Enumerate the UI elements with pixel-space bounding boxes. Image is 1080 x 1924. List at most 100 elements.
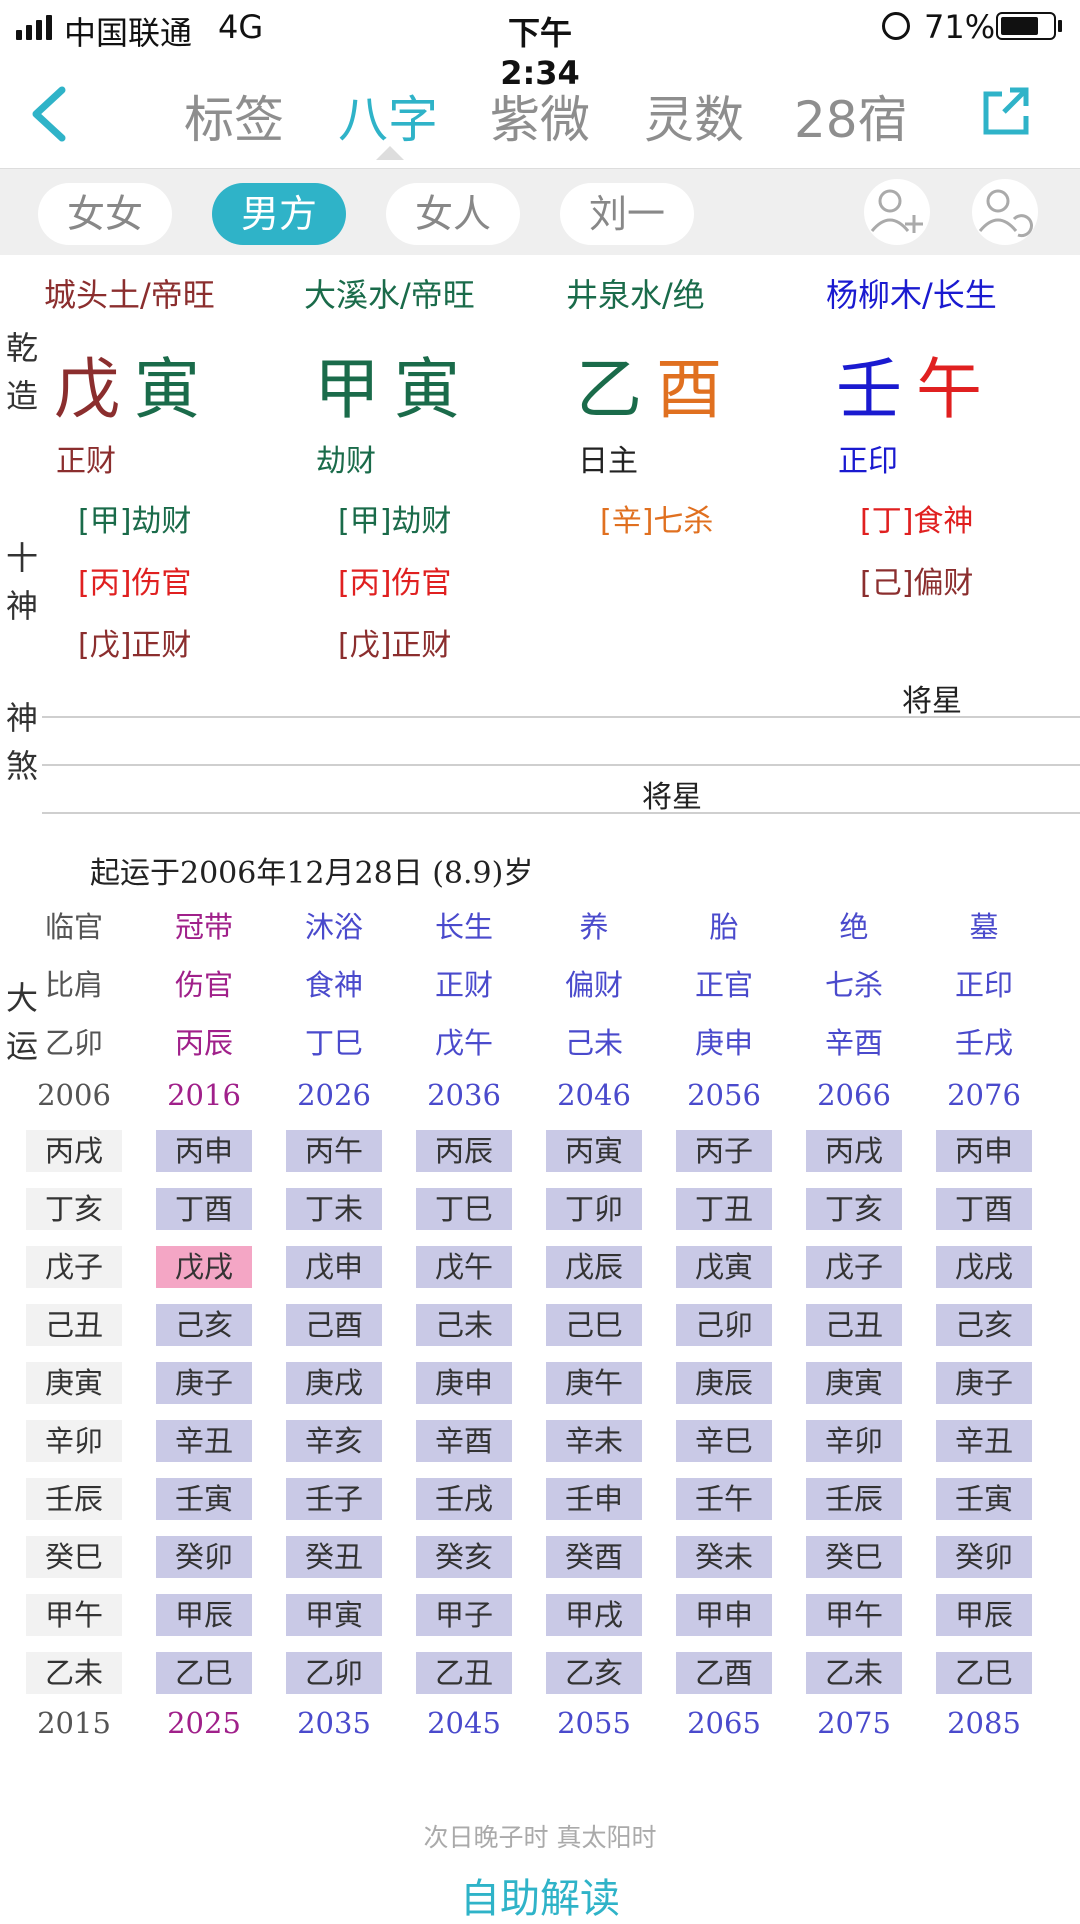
liunian-cell: 甲辰 (936, 1594, 1032, 1636)
liunian-cell: 乙卯 (286, 1652, 382, 1694)
switch-person-button[interactable] (972, 179, 1038, 245)
liunian-cell: 庚寅 (26, 1362, 122, 1404)
side-label-shishen: 十神 (5, 539, 38, 625)
hidden-stem: [丙]伤官 (338, 566, 452, 601)
profile-pill-active[interactable]: 男方 (212, 183, 346, 245)
liunian-cell: 壬寅 (156, 1478, 252, 1520)
earthly-branch: 酉 (656, 351, 736, 428)
dayun-ganzhi: 丙辰 (174, 1026, 233, 1060)
chevron-left-icon (32, 86, 66, 142)
liunian-cell: 甲寅 (286, 1594, 382, 1636)
liunian-cell: 丁巳 (416, 1188, 512, 1230)
dayun-end-year: 2045 (427, 1706, 501, 1740)
dayun-shishen: 正官 (694, 968, 753, 1002)
tab-label[interactable]: 标签 (184, 80, 284, 152)
earthly-branch: 午 (916, 351, 996, 428)
liunian-cell: 戊辰 (546, 1246, 642, 1288)
tab-indicator (376, 146, 404, 160)
add-person-button[interactable] (864, 179, 930, 245)
dayun-start-year: 2056 (687, 1078, 761, 1112)
liunian-cell: 丁酉 (936, 1188, 1032, 1230)
side-label-shensha: 神煞 (5, 699, 38, 785)
profile-bar: 女女 男方 女人 刘一 (0, 168, 1080, 255)
liunian-cell: 癸丑 (286, 1536, 382, 1578)
dayun-shishen: 正印 (954, 968, 1013, 1002)
liunian-cell: 乙未 (26, 1652, 122, 1694)
liunian-cell: 戊子 (26, 1246, 122, 1288)
dayun-start-year: 2006 (37, 1078, 111, 1112)
dayun-changsheng: 冠带 (174, 910, 233, 944)
tab-bazi[interactable]: 八字 (338, 80, 438, 152)
profile-pill[interactable]: 女人 (386, 183, 520, 245)
liunian-cell: 戊申 (286, 1246, 382, 1288)
liunian-cell: 乙丑 (416, 1652, 512, 1694)
liunian-cell: 丁未 (286, 1188, 382, 1230)
liunian-cell: 庚戌 (286, 1362, 382, 1404)
liunian-cell: 戊午 (416, 1246, 512, 1288)
liunian-cell: 丙戌 (26, 1130, 122, 1172)
liunian-cell: 甲辰 (156, 1594, 252, 1636)
dayun-end-year: 2075 (817, 1706, 891, 1740)
liunian-cell: 庚子 (936, 1362, 1032, 1404)
tab-28xiu[interactable]: 28宿 (794, 80, 908, 152)
liunian-cell: 乙未 (806, 1652, 902, 1694)
profile-pill[interactable]: 女女 (38, 183, 172, 245)
earthly-branch: 寅 (394, 351, 474, 428)
switch-person-icon (978, 189, 1033, 238)
pillar-ganzhi: 甲寅 (314, 336, 474, 432)
liunian-cell: 庚寅 (806, 1362, 902, 1404)
liunian-cell: 癸亥 (416, 1536, 512, 1578)
dayun-shishen: 偏财 (564, 968, 623, 1002)
pillar-nayin: 杨柳木/长生 (826, 276, 997, 314)
tab-lingshu[interactable]: 灵数 (644, 80, 744, 152)
liunian-cell: 丙申 (156, 1130, 252, 1172)
liunian-cell: 丙戌 (806, 1130, 902, 1172)
hidden-stem: [辛]七杀 (600, 504, 714, 539)
tab-ziwei[interactable]: 紫微 (490, 80, 590, 152)
dayun-changsheng: 养 (579, 910, 609, 944)
liunian-cell: 己未 (416, 1304, 512, 1346)
liunian-cell: 乙巳 (936, 1652, 1032, 1694)
earthly-branch: 寅 (134, 351, 214, 428)
liunian-cell: 壬寅 (936, 1478, 1032, 1520)
liunian-cell: 壬辰 (806, 1478, 902, 1520)
dayun-start-year: 2076 (947, 1078, 1021, 1112)
liunian-cell: 戊子 (806, 1246, 902, 1288)
dayun-changsheng: 长生 (434, 910, 493, 944)
liunian-cell: 丁酉 (156, 1188, 252, 1230)
battery-icon (996, 12, 1056, 40)
divider (42, 764, 1080, 766)
pillar-shishen: 劫财 (316, 444, 376, 479)
self-interpret-button[interactable]: 自助解读 (0, 1866, 1080, 1924)
hidden-stem: [甲]劫财 (78, 504, 192, 539)
back-button[interactable] (26, 84, 70, 144)
liunian-cell: 壬戌 (416, 1478, 512, 1520)
dayun-end-year: 2055 (557, 1706, 631, 1740)
dayun-shishen: 伤官 (174, 968, 233, 1002)
liunian-cell: 丙申 (936, 1130, 1032, 1172)
pillar-shishen: 正财 (56, 444, 116, 479)
share-button[interactable] (980, 82, 1034, 138)
dayun-start-year: 2036 (427, 1078, 501, 1112)
liunian-cell: 己卯 (676, 1304, 772, 1346)
heavenly-stem: 戊 (54, 351, 134, 428)
liunian-cell: 壬辰 (26, 1478, 122, 1520)
liunian-cell: 癸卯 (156, 1536, 252, 1578)
liunian-cell: 丁丑 (676, 1188, 772, 1230)
liunian-cell: 庚申 (416, 1362, 512, 1404)
dayun-shishen: 食神 (304, 968, 363, 1002)
dayun-changsheng: 墓 (969, 910, 999, 944)
dayun-end-year: 2065 (687, 1706, 761, 1740)
liunian-cell: 甲午 (806, 1594, 902, 1636)
hidden-stem: [己]偏财 (860, 566, 974, 601)
liunian-cell: 乙巳 (156, 1652, 252, 1694)
dayun-ganzhi: 壬戌 (954, 1026, 1013, 1060)
divider (42, 812, 1080, 814)
liunian-cell: 辛未 (546, 1420, 642, 1462)
pillar-ganzhi: 壬午 (836, 336, 996, 432)
profile-pill[interactable]: 刘一 (560, 183, 694, 245)
pillar-ganzhi: 戊寅 (54, 336, 214, 432)
liunian-cell: 戊戌 (936, 1246, 1032, 1288)
heavenly-stem: 壬 (836, 351, 916, 428)
pillar-ganzhi: 乙酉 (576, 336, 736, 432)
